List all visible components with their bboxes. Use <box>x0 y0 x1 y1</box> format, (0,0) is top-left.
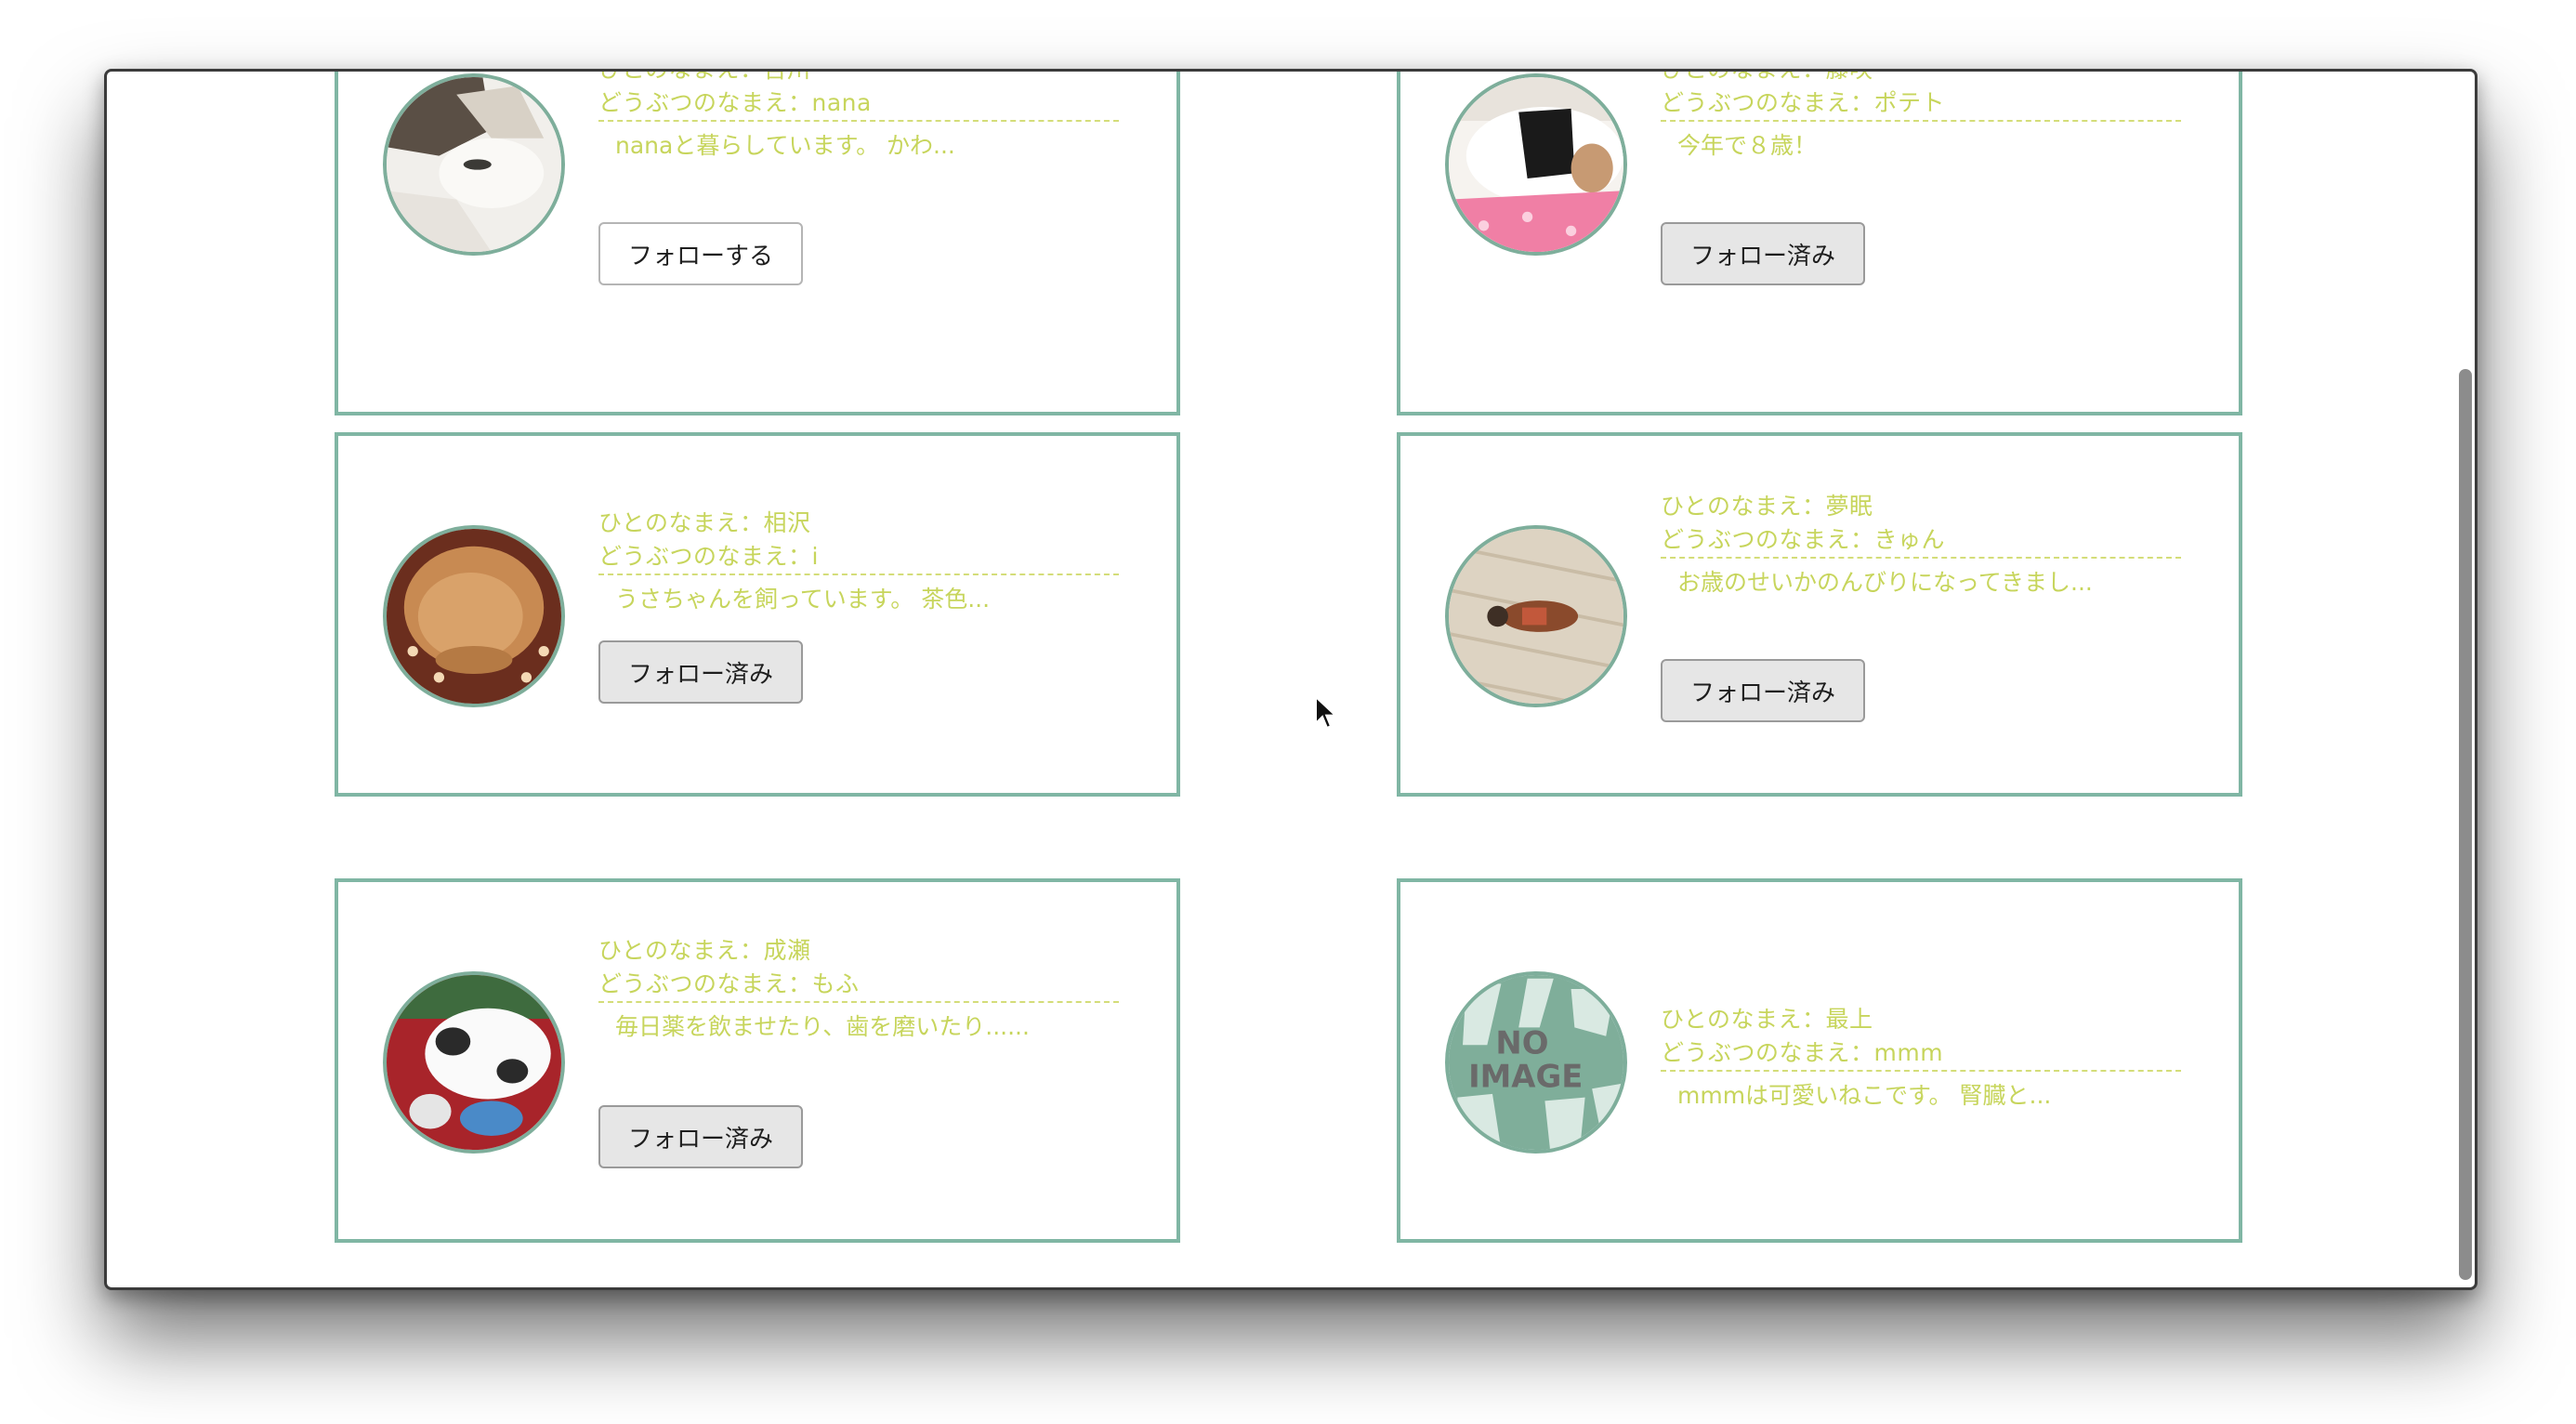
avatar-rabbit[interactable] <box>383 525 565 707</box>
pet-description: お歳のせいかのんびりになってきまし... <box>1677 569 2093 596</box>
followed-button[interactable]: フォロー済み <box>1661 222 1865 285</box>
human-name: ひとのなまえ：夢眠 <box>1661 493 1873 520</box>
pet-name: どうぶつのなまえ：もふ <box>598 968 1119 1003</box>
user-card-fujisaki: ひとのなまえ：藤咲 どうぶつのなまえ：ポテト 今年で８歳！ フォロー済み <box>1397 72 2242 415</box>
followed-button[interactable]: フォロー済み <box>598 640 803 704</box>
avatar-cat-potato[interactable] <box>1445 73 1627 256</box>
human-name: ひとのなまえ：藤咲 <box>1661 72 2181 86</box>
user-card-mogami: NO IMAGE ひとのなまえ：最上 どうぶつのなまえ：mmm mmmは可愛いね… <box>1397 878 2242 1243</box>
pet-name: どうぶつのなまえ：nana <box>598 86 1119 122</box>
user-card-yoshikawa: ひとのなまえ：吉川 どうぶつのなまえ：nana nanaと暮らしています。 かわ… <box>335 72 1180 415</box>
scrollbar-thumb[interactable] <box>2459 369 2472 1280</box>
pet-description: nanaと暮らしています。 かわ... <box>615 132 955 159</box>
user-card-naruse: ひとのなまえ：成瀬 どうぶつのなまえ：もふ 毎日薬を飲ませたり、歯を磨いたり..… <box>335 878 1180 1243</box>
user-card-yumemi: ひとのなまえ：夢眠 どうぶつのなまえ：きゅん お歳のせいかのんびりになってきまし… <box>1397 432 2242 797</box>
user-card-aizawa: ひとのなまえ：相沢 どうぶつのなまえ：i うさちゃんを飼っています。 茶色...… <box>335 432 1180 797</box>
pet-description: うさちゃんを飼っています。 茶色... <box>615 586 991 613</box>
browser-window: ひとのなまえ：吉川 どうぶつのなまえ：nana nanaと暮らしています。 かわ… <box>104 69 2477 1290</box>
page-viewport: ひとのなまえ：吉川 どうぶつのなまえ：nana nanaと暮らしています。 かわ… <box>107 72 2475 1287</box>
pet-description: 毎日薬を飲ませたり、歯を磨いたり...... <box>615 1013 1030 1040</box>
pet-name: どうぶつのなまえ：ポテト <box>1661 86 2181 122</box>
pet-description: mmmは可愛いねこです。 腎臓と... <box>1677 1082 2052 1109</box>
human-name: ひとのなまえ：相沢 <box>598 509 811 536</box>
mouse-cursor-icon <box>1315 695 1338 730</box>
pet-description: 今年で８歳！ <box>1677 132 1818 159</box>
avatar-cat-nana[interactable] <box>383 73 565 256</box>
followed-button[interactable]: フォロー済み <box>598 1105 803 1168</box>
no-image-placeholder: NO IMAGE <box>1445 971 1627 1154</box>
pet-name: どうぶつのなまえ：きゅん <box>1661 523 2181 559</box>
human-name: ひとのなまえ：吉川 <box>598 72 1119 86</box>
avatar-cat-mofu[interactable] <box>383 971 565 1154</box>
vertical-scrollbar[interactable] <box>2449 72 2475 1287</box>
follow-button[interactable]: フォローする <box>598 222 803 285</box>
human-name: ひとのなまえ：最上 <box>1661 1006 1873 1033</box>
no-image-text: IMAGE <box>1468 1058 1583 1094</box>
no-image-text: NO <box>1495 1025 1548 1061</box>
followed-button[interactable]: フォロー済み <box>1661 659 1865 722</box>
pet-name: どうぶつのなまえ：i <box>598 540 1119 575</box>
pet-name: どうぶつのなまえ：mmm <box>1661 1036 2181 1072</box>
avatar-dog[interactable] <box>1445 525 1627 707</box>
human-name: ひとのなまえ：成瀬 <box>598 937 811 964</box>
